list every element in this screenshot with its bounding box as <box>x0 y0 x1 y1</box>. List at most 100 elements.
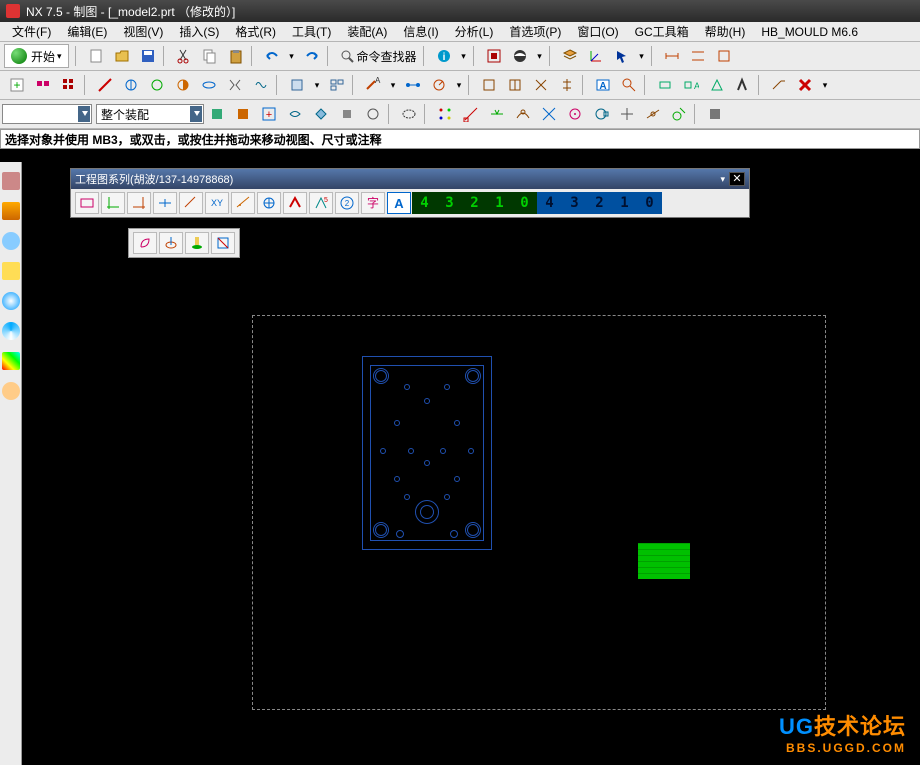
snap-midpoint-button[interactable] <box>485 102 509 126</box>
menu-help[interactable]: 帮助(H) <box>697 21 754 42</box>
sel6-button[interactable] <box>335 102 359 126</box>
ft-btn-10[interactable]: 5 <box>309 192 333 214</box>
new-sheet-button[interactable]: + <box>5 73 29 97</box>
menu-tools[interactable]: 工具(T) <box>284 21 339 42</box>
menu-analysis[interactable]: 分析(L) <box>447 21 502 42</box>
ft-num-dark-4[interactable]: 4 <box>412 192 437 214</box>
ft-btn-2[interactable] <box>101 192 125 214</box>
render-button[interactable] <box>703 102 727 126</box>
ft2-btn-4[interactable] <box>211 232 235 254</box>
sketch-toolbar-float[interactable] <box>128 228 240 258</box>
ft-num-dark-0[interactable]: 0 <box>512 192 537 214</box>
deldrop-button[interactable]: ▾ <box>819 73 831 97</box>
radialdrop-button[interactable]: ▾ <box>453 73 465 97</box>
redo-button[interactable] <box>300 44 324 68</box>
viewdrop-button[interactable]: ▾ <box>311 73 323 97</box>
ft-btn-5[interactable] <box>179 192 203 214</box>
cut-button[interactable] <box>172 44 196 68</box>
open-file-button[interactable] <box>110 44 134 68</box>
break-view-button[interactable] <box>223 73 247 97</box>
ft-btn-11[interactable]: 2 <box>335 192 359 214</box>
breakout-button[interactable] <box>249 73 273 97</box>
halfsection-button[interactable] <box>171 73 195 97</box>
sel5-button[interactable] <box>309 102 333 126</box>
section-view-button[interactable] <box>119 73 143 97</box>
ft-num-blue-1[interactable]: 1 <box>612 192 637 214</box>
undo-button[interactable] <box>260 44 284 68</box>
menu-file[interactable]: 文件(F) <box>4 21 59 42</box>
floating-toolbar-close-button[interactable]: ✕ <box>729 172 745 186</box>
arrow-tool-button[interactable] <box>610 44 634 68</box>
sel4-button[interactable] <box>283 102 307 126</box>
drop1-button[interactable]: ▾ <box>458 44 470 68</box>
assembly-dropdown[interactable]: 整个装配 <box>96 104 204 124</box>
drop3-button[interactable]: ▾ <box>636 44 648 68</box>
centerlines2-button[interactable] <box>503 73 527 97</box>
balloon-button[interactable] <box>617 73 641 97</box>
snap-quadrant-button[interactable] <box>589 102 613 126</box>
revolved-section-button[interactable] <box>197 73 221 97</box>
ft-btn-9[interactable] <box>283 192 307 214</box>
centerlines4-button[interactable] <box>555 73 579 97</box>
command-finder[interactable]: 命令查找器 <box>339 48 417 65</box>
ft-btn-12[interactable]: 字 <box>361 192 385 214</box>
detail-view-button[interactable] <box>145 73 169 97</box>
weld-symbol-button[interactable] <box>767 73 791 97</box>
sel1-button[interactable] <box>205 102 229 126</box>
ft-btn-7[interactable] <box>231 192 255 214</box>
menu-hbmould[interactable]: HB_MOULD M6.6 <box>753 23 866 41</box>
note-button[interactable]: A <box>591 73 615 97</box>
ft2-btn-1[interactable] <box>133 232 157 254</box>
ft2-btn-3[interactable] <box>185 232 209 254</box>
undo-list-button[interactable]: ▾ <box>286 44 298 68</box>
ft-num-blue-3[interactable]: 3 <box>562 192 587 214</box>
snap-point-button[interactable] <box>433 102 457 126</box>
ft2-btn-2[interactable] <box>159 232 183 254</box>
ft-btn-13[interactable]: A <box>387 192 411 214</box>
centerlines3-button[interactable] <box>529 73 553 97</box>
ft-num-dark-1[interactable]: 1 <box>487 192 512 214</box>
snap-tangent-button[interactable] <box>667 102 691 126</box>
view2-button[interactable] <box>57 73 81 97</box>
update-views-button[interactable] <box>285 73 309 97</box>
ft-btn-4[interactable] <box>153 192 177 214</box>
wcs-button[interactable] <box>584 44 608 68</box>
resource-reuse-library[interactable] <box>2 232 20 250</box>
filter-dropdown[interactable] <box>2 104 92 124</box>
ft-num-blue-4[interactable]: 4 <box>537 192 562 214</box>
centerlines1-button[interactable] <box>477 73 501 97</box>
snap-oncurve-button[interactable] <box>641 102 665 126</box>
copy-button[interactable] <box>198 44 222 68</box>
gdt3-button[interactable] <box>705 73 729 97</box>
menu-gctools[interactable]: GC工具箱 <box>627 21 697 42</box>
rapiddrop-button[interactable]: ▾ <box>387 73 399 97</box>
ft-num-dark-3[interactable]: 3 <box>437 192 462 214</box>
gdt2-button[interactable]: A <box>679 73 703 97</box>
ft-num-blue-0[interactable]: 0 <box>637 192 662 214</box>
menu-insert[interactable]: 插入(S) <box>171 21 227 42</box>
view1-button[interactable] <box>31 73 55 97</box>
snap-endpoint-button[interactable] <box>459 102 483 126</box>
gdt1-button[interactable] <box>653 73 677 97</box>
menu-assembly[interactable]: 装配(A) <box>339 21 395 42</box>
paste-button[interactable] <box>224 44 248 68</box>
ft-btn-8[interactable] <box>257 192 281 214</box>
sel7-button[interactable] <box>361 102 385 126</box>
layer-button[interactable] <box>558 44 582 68</box>
floating-toolbar-titlebar[interactable]: 工程图系列(胡波/137-14978868) ▾ ✕ <box>71 169 749 189</box>
ft-btn-3[interactable] <box>127 192 151 214</box>
ft-num-blue-2[interactable]: 2 <box>587 192 612 214</box>
new-file-button[interactable] <box>84 44 108 68</box>
selection-scope-button[interactable] <box>482 44 506 68</box>
projected-view-button[interactable] <box>93 73 117 97</box>
resource-history[interactable] <box>2 322 20 340</box>
snap-ellipse-button[interactable] <box>397 102 421 126</box>
linear-dim-button[interactable] <box>401 73 425 97</box>
ft-num-dark-2[interactable]: 2 <box>462 192 487 214</box>
rapid-dim-button[interactable]: A <box>361 73 385 97</box>
menu-window[interactable]: 窗口(O) <box>569 21 626 42</box>
dim3-button[interactable] <box>712 44 736 68</box>
menu-info[interactable]: 信息(I) <box>395 21 446 42</box>
info-button[interactable]: i <box>432 44 456 68</box>
resource-assembly-navigator[interactable] <box>2 202 20 220</box>
